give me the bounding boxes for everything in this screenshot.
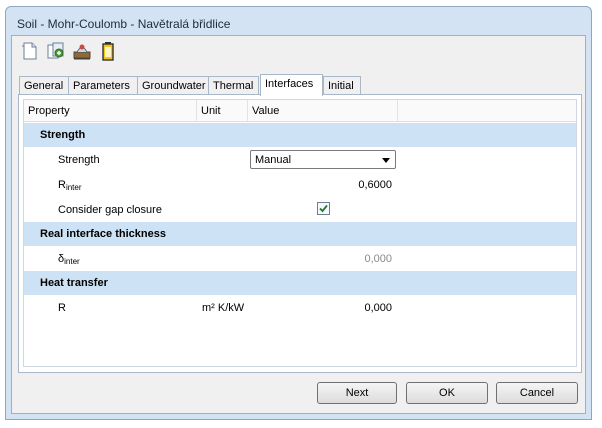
battery-icon[interactable] <box>97 40 119 62</box>
header-unit[interactable]: Unit <box>197 100 248 121</box>
dialog-content: General Parameters Groundwater Thermal I… <box>11 35 586 414</box>
rinter-value: 0,6000 <box>358 179 392 191</box>
section-thickness[interactable]: Real interface thickness <box>24 222 576 246</box>
section-strength[interactable]: Strength <box>24 123 576 147</box>
copy-document-icon[interactable] <box>45 40 67 62</box>
title-bar[interactable]: Soil - Mohr-Coulomb - Navětralá břidlice <box>6 7 591 35</box>
section-heat-transfer[interactable]: Heat transfer <box>24 271 576 295</box>
section-label: Real interface thickness <box>40 228 166 240</box>
r-value: 0,000 <box>364 302 392 314</box>
property-label: δinter <box>58 253 80 266</box>
header-value[interactable]: Value <box>248 100 398 121</box>
new-document-icon[interactable] <box>19 40 41 62</box>
tab-thermal[interactable]: Thermal <box>208 76 259 95</box>
section-label: Heat transfer <box>40 277 108 289</box>
rinter-input[interactable]: 0,6000 <box>248 172 398 197</box>
ok-button[interactable]: OK <box>406 382 488 404</box>
interfaces-panel: Property Unit Value Strength Strength Ma… <box>18 94 582 373</box>
tab-general[interactable]: General <box>19 76 69 95</box>
row-gap-closure: Consider gap closure <box>24 197 576 222</box>
dinter-value: 0,000 <box>364 253 392 265</box>
strength-select[interactable]: Manual <box>250 150 396 169</box>
property-label: R <box>58 302 66 314</box>
tab-interfaces[interactable]: Interfaces <box>260 74 323 96</box>
grid-header: Property Unit Value <box>24 100 576 122</box>
row-strength: Strength Manual <box>24 147 576 172</box>
header-property[interactable]: Property <box>24 100 197 121</box>
tab-initial[interactable]: Initial <box>323 76 361 95</box>
tab-groundwater[interactable]: Groundwater <box>137 76 209 95</box>
tab-parameters[interactable]: Parameters <box>68 76 138 95</box>
r-input[interactable]: 0,000 <box>248 295 398 320</box>
soil-test-icon[interactable] <box>71 40 93 62</box>
row-dinter: δinter 0,000 <box>24 246 576 271</box>
cancel-button[interactable]: Cancel <box>496 382 578 404</box>
dialog-window: Soil - Mohr-Coulomb - Navětralá břidlice <box>5 6 592 420</box>
property-label: Strength <box>58 154 100 166</box>
property-unit: m² K/kW <box>202 302 245 314</box>
property-label: Consider gap closure <box>58 204 162 216</box>
section-label: Strength <box>40 129 86 141</box>
property-label: Rinter <box>58 179 82 192</box>
row-rinter: Rinter 0,6000 <box>24 172 576 197</box>
select-value: Manual <box>255 154 292 166</box>
row-r: R m² K/kW 0,000 <box>24 295 576 320</box>
dinter-input: 0,000 <box>248 246 398 271</box>
property-grid: Property Unit Value Strength Strength Ma… <box>23 99 577 367</box>
next-button[interactable]: Next <box>317 382 397 404</box>
checkmark-icon <box>319 204 328 213</box>
window-title: Soil - Mohr-Coulomb - Navětralá břidlice <box>17 17 231 31</box>
chevron-down-icon <box>382 158 390 163</box>
tab-strip: General Parameters Groundwater Thermal I… <box>12 74 585 96</box>
gap-closure-checkbox[interactable] <box>317 202 330 215</box>
